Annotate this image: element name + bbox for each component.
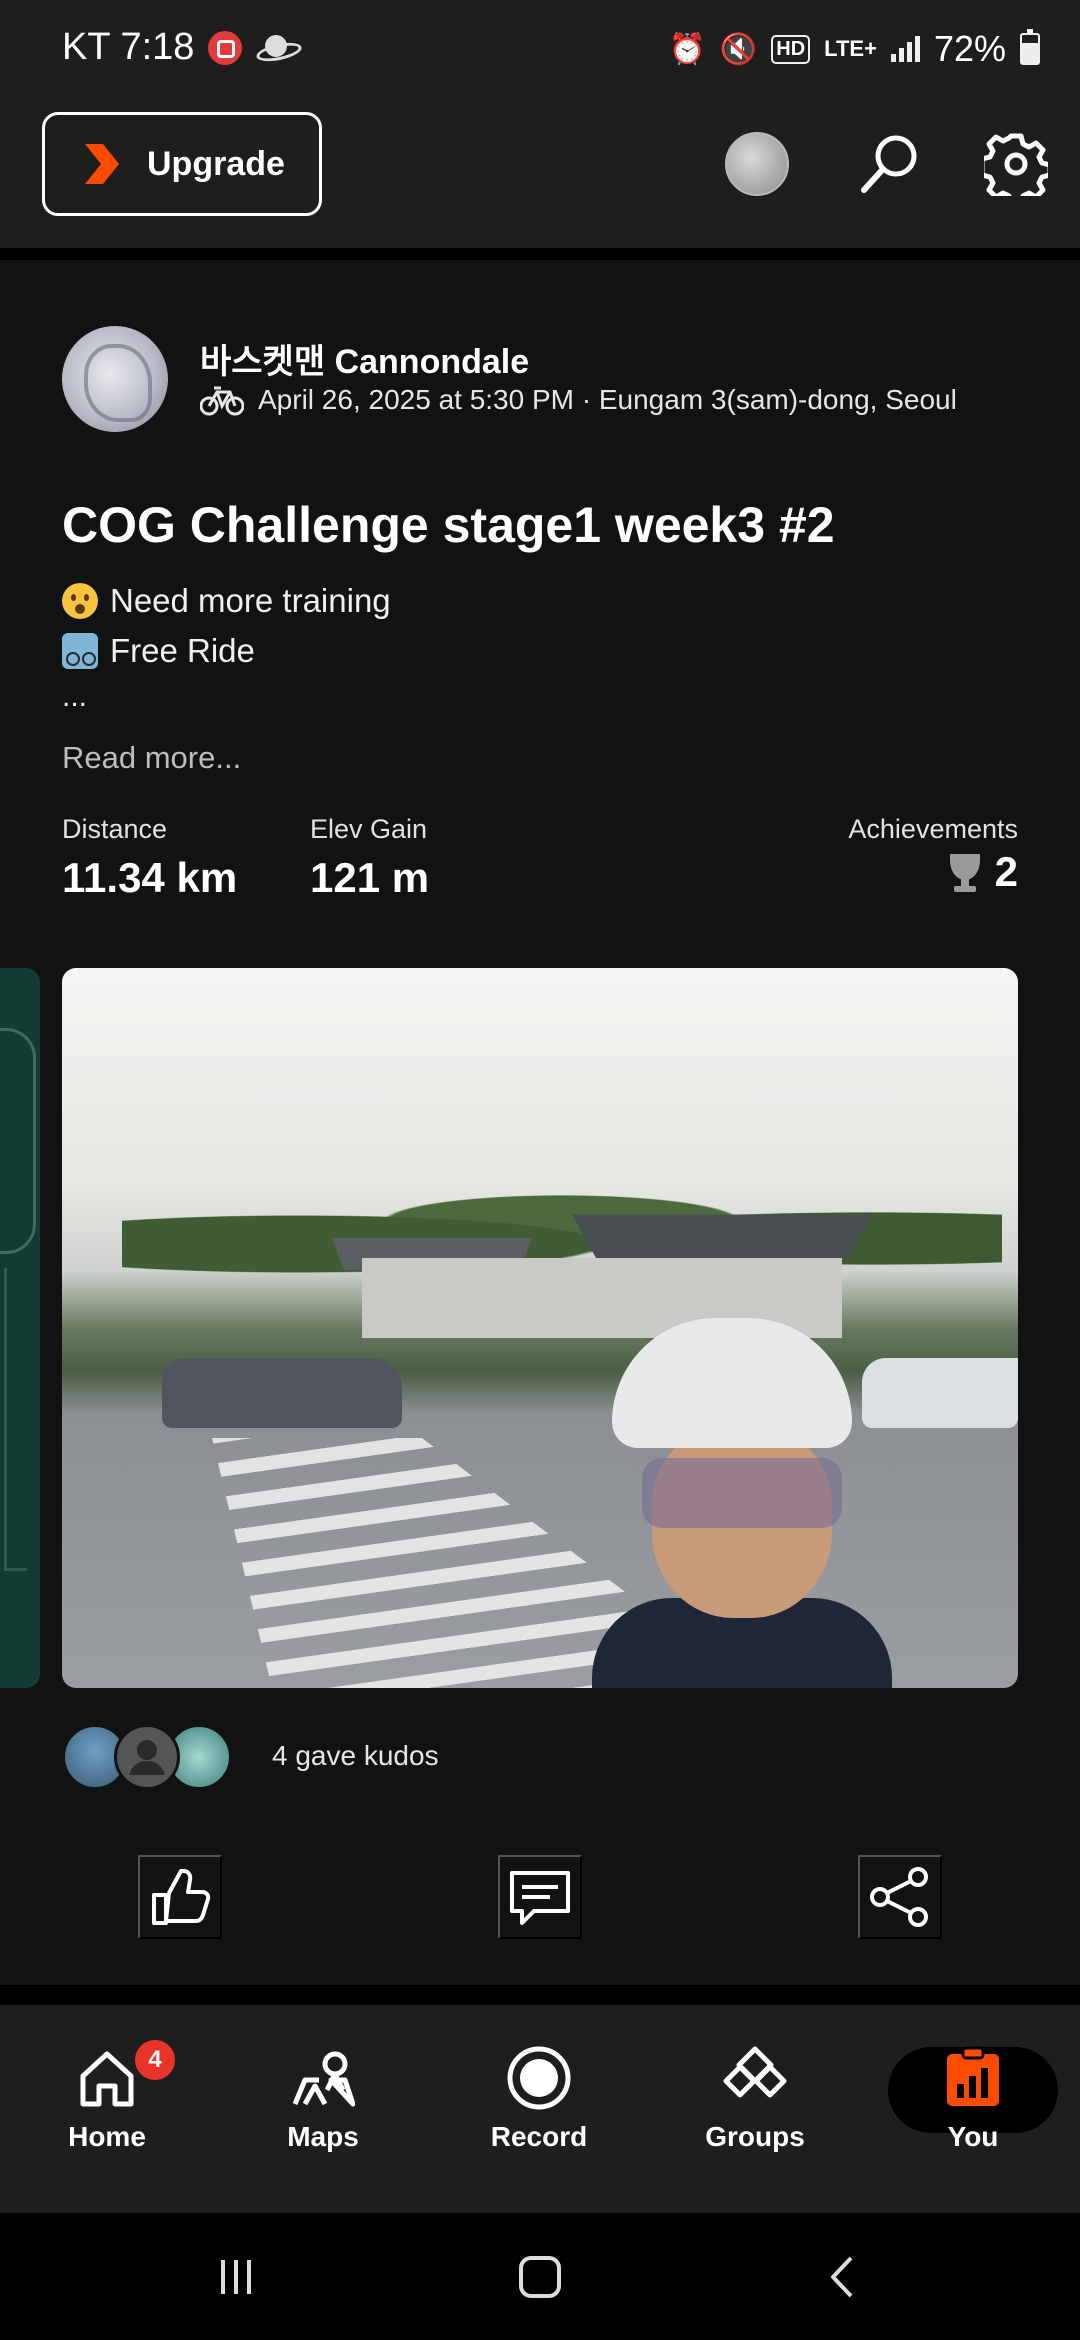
system-navigation-bar <box>0 2213 1080 2340</box>
home-notification-badge: 4 <box>132 2037 178 2083</box>
back-icon[interactable] <box>812 2245 876 2309</box>
bottom-nav-separator <box>0 1985 1080 2005</box>
carrier: KT <box>62 26 110 68</box>
trophy-icon <box>950 854 980 892</box>
groups-icon <box>722 2045 788 2111</box>
nav-label-record: Record <box>490 2121 588 2152</box>
maps-icon <box>290 2045 356 2111</box>
clock: 7:18 <box>120 26 195 68</box>
home-button-icon[interactable] <box>508 2245 572 2309</box>
nav-maps[interactable]: Maps <box>248 2045 398 2175</box>
description-text-1: Need more training <box>110 582 391 619</box>
search-icon[interactable] <box>852 126 928 202</box>
profile-avatar[interactable] <box>725 132 789 196</box>
bottom-navigation: 4 Home Maps Record Groups You <box>0 2005 1080 2213</box>
description-line-2: Free Ride <box>62 632 255 670</box>
recent-apps-icon[interactable] <box>204 2245 268 2309</box>
elev-gain-value: 121 m <box>310 854 430 901</box>
signal-icon <box>890 36 920 62</box>
hd-voice-icon: HD <box>771 34 811 64</box>
nav-label-home: Home <box>68 2121 146 2152</box>
athlete-name[interactable]: 바스켓맨 Cannondale <box>200 334 529 383</box>
nav-groups[interactable]: Groups <box>680 2045 830 2175</box>
read-more-link[interactable]: Read more... <box>62 740 241 776</box>
nav-home[interactable]: 4 Home <box>32 2037 182 2175</box>
achievements-value: 2 <box>994 848 1018 895</box>
saturn-notification-icon <box>256 34 296 61</box>
activity-date-location: April 26, 2025 at 5:30 PM · Eungam 3(sam… <box>258 384 957 415</box>
nav-you[interactable]: You <box>898 2045 1048 2175</box>
record-icon <box>506 2045 572 2111</box>
distance-value: 11.34 km <box>62 854 238 901</box>
home-icon: 4 <box>74 2037 178 2111</box>
gear-icon[interactable] <box>978 126 1054 202</box>
battery-fill <box>1022 42 1038 63</box>
route-map-thumbnail[interactable] <box>0 968 40 1688</box>
description-ellipsis: ... <box>62 680 88 713</box>
kudos-count[interactable]: 4 gave kudos <box>272 1740 439 1772</box>
activity-photo[interactable] <box>62 968 1018 1688</box>
rider-helmet <box>612 1318 852 1448</box>
top-app-bar: Upgrade <box>0 100 1080 248</box>
comment-icon <box>510 1871 570 1925</box>
battery-icon <box>1020 29 1040 65</box>
astonished-face-icon <box>62 583 98 619</box>
battery-percent: 72% <box>933 28 1006 69</box>
photo-rider <box>592 1318 892 1688</box>
athlete-avatar[interactable] <box>62 326 168 432</box>
nav-label-maps: Maps <box>287 2121 359 2152</box>
share-icon <box>870 1867 928 1927</box>
kudos-avatars[interactable] <box>62 1724 232 1790</box>
share-button[interactable] <box>858 1855 942 1939</box>
header-divider <box>0 248 1080 260</box>
kudos-avatar-default <box>114 1724 180 1790</box>
nav-label-you: You <box>947 2121 999 2152</box>
activity-meta: April 26, 2025 at 5:30 PM · Eungam 3(sam… <box>200 384 957 416</box>
lte-icon: LTE+ <box>824 36 877 61</box>
thumbs-up-icon <box>152 1869 211 1925</box>
alarm-icon: ⏰ <box>668 32 706 66</box>
nav-label-groups: Groups <box>705 2121 805 2152</box>
description-line-1: Need more training <box>62 582 391 620</box>
achievements-label: Achievements <box>848 814 1018 844</box>
status-carrier-time: KT 7:18 <box>62 26 194 69</box>
notification-app-icon <box>208 30 243 65</box>
you-icon <box>940 2045 1006 2111</box>
status-right: ⏰ 🔇 HD LTE+ 72% <box>669 28 1040 70</box>
upgrade-chevron-icon <box>83 142 121 186</box>
upgrade-label: Upgrade <box>147 144 285 183</box>
upgrade-button[interactable]: Upgrade <box>42 112 322 216</box>
status-left: KT 7:18 <box>62 26 296 69</box>
nav-record[interactable]: Record <box>464 2045 614 2175</box>
bike-icon <box>200 384 244 416</box>
elev-gain-label: Elev Gain <box>310 814 428 844</box>
activity-title[interactable]: COG Challenge stage1 week3 #2 <box>62 496 835 554</box>
mute-icon: 🔇 <box>719 32 758 66</box>
person-biking-icon <box>62 633 98 669</box>
kudos-button[interactable] <box>138 1855 222 1939</box>
distance-label: Distance <box>62 814 168 844</box>
activity-card[interactable]: 바스켓맨 Cannondale April 26, 2025 at 5:30 P… <box>0 260 1080 1985</box>
photo-car <box>162 1358 402 1428</box>
comment-button[interactable] <box>498 1855 582 1939</box>
status-bar: KT 7:18 ⏰ 🔇 HD LTE+ 72% <box>0 0 1080 100</box>
description-text-2: Free Ride <box>110 632 255 669</box>
rider-glasses <box>642 1458 842 1528</box>
photo-car-white <box>862 1358 1018 1428</box>
